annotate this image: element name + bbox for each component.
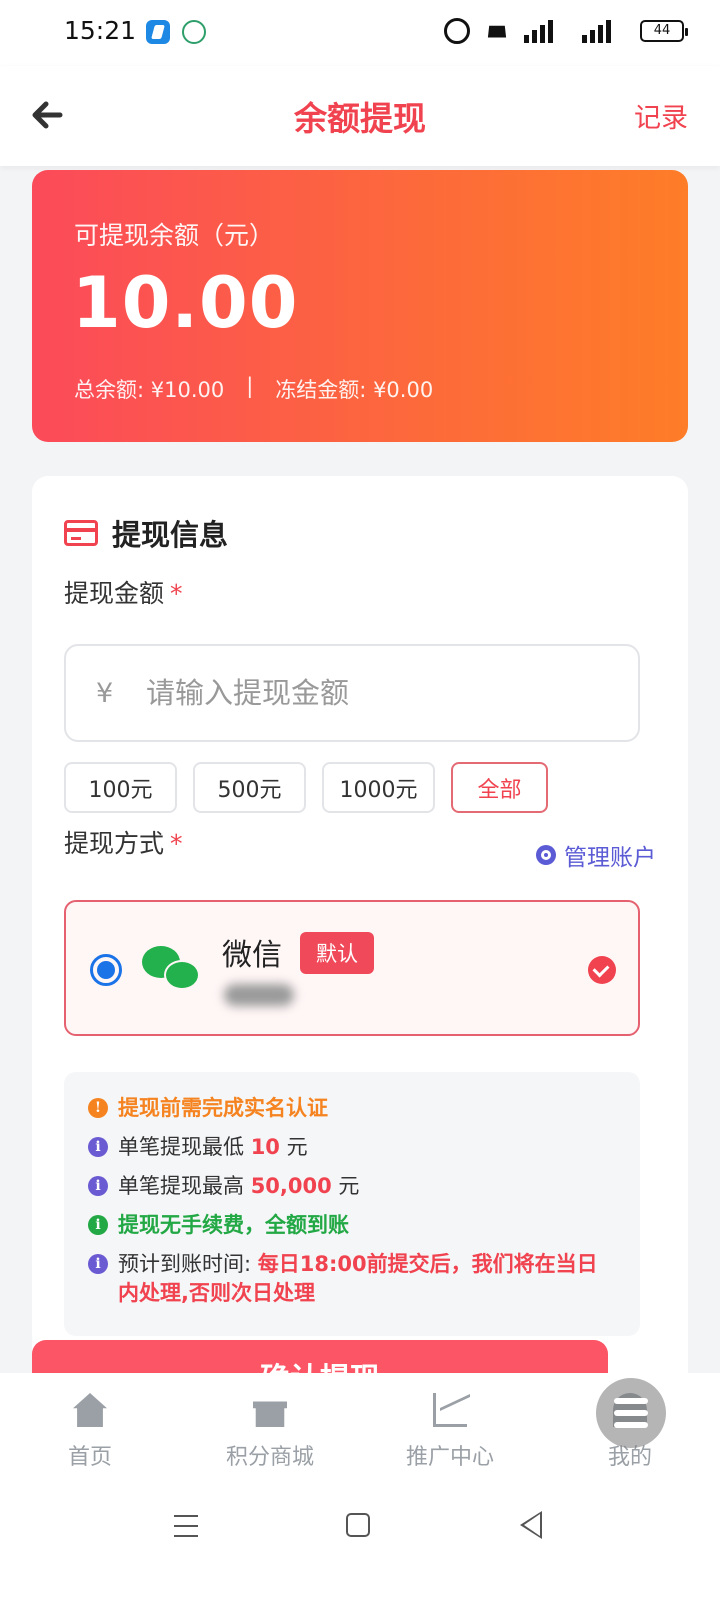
method-label: 提现方式 * — [64, 824, 183, 860]
page-title: 余额提现 — [294, 99, 426, 138]
app-notification-icon — [182, 20, 206, 44]
notice-text: 单笔提现最高 50,000 元 — [118, 1174, 360, 1198]
info-icon: i — [88, 1215, 108, 1235]
notice-text: 单笔提现最低 10 元 — [118, 1135, 308, 1159]
notice-text: 提现无手续费，全额到账 — [118, 1213, 349, 1237]
section-title-text: 提现信息 — [112, 518, 229, 552]
quick-amount-row: 100元 500元 1000元 全部 — [64, 762, 548, 813]
credit-card-icon — [64, 520, 98, 546]
home-icon — [73, 1393, 107, 1427]
quick-amount-all-button[interactable]: 全部 — [451, 762, 548, 813]
signal-5g-icon — [582, 19, 626, 43]
signal-4g-icon — [524, 19, 568, 43]
account-number-blurred — [224, 984, 294, 1006]
nav-item-points-mall[interactable]: 积分商城 — [180, 1373, 360, 1493]
notice-line: i 单笔提现最高 50,000 元 — [88, 1172, 616, 1201]
info-icon: i — [88, 1137, 108, 1157]
manage-account-link[interactable]: 管理账户 — [536, 838, 656, 872]
page-header: 余额提现 记录 — [0, 66, 720, 166]
total-balance: 总余额: ¥10.00 — [74, 378, 225, 402]
section-title: 提现信息 — [64, 512, 228, 554]
separator: | — [246, 374, 254, 398]
status-time: 15:21 — [64, 16, 137, 45]
alarm-icon — [444, 18, 470, 44]
notice-text: 提现前需完成实名认证 — [118, 1096, 328, 1120]
currency-symbol: ¥ — [96, 677, 114, 709]
info-icon: i — [88, 1254, 108, 1274]
notice-line: i 预计到账时间: 每日18:00前提交后，我们将在当日内处理,否则次日处理 — [88, 1250, 616, 1308]
amount-input-box[interactable]: ¥ — [64, 644, 640, 742]
floating-menu-button[interactable] — [596, 1378, 666, 1448]
wechat-icon — [142, 946, 202, 994]
nav-item-home[interactable]: 首页 — [0, 1373, 180, 1493]
amount-label-text: 提现金额 — [64, 579, 165, 608]
system-nav-bar — [0, 1493, 720, 1612]
gear-icon — [536, 845, 556, 865]
battery-icon: 44 — [640, 20, 688, 42]
withdraw-form-card: 提现信息 提现金额* ¥ 100元 500元 1000元 全部 提现方式* 管理… — [32, 476, 688, 1436]
back-triangle-icon[interactable] — [520, 1511, 542, 1539]
mute-icon — [487, 25, 507, 38]
recents-icon[interactable] — [174, 1515, 198, 1537]
method-label-text: 提现方式 — [64, 829, 165, 858]
trend-icon — [433, 1393, 467, 1427]
quick-amount-500-button[interactable]: 500元 — [193, 762, 306, 813]
notice-line: i 提现无手续费，全额到账 — [88, 1211, 616, 1240]
method-radio[interactable] — [90, 954, 122, 986]
gift-icon — [253, 1401, 287, 1427]
frozen-balance: 冻结金额: ¥0.00 — [275, 378, 434, 402]
available-balance-label: 可提现余额（元） — [74, 221, 275, 250]
withdraw-notice: ! 提现前需完成实名认证 i 单笔提现最低 10 元 i 单笔提现最高 50,0… — [64, 1072, 640, 1336]
required-mark: * — [170, 579, 183, 608]
status-bar: 15:21 44 — [0, 0, 720, 66]
wechat-method-option[interactable]: 微信 默认 — [64, 900, 640, 1036]
warning-icon: ! — [88, 1098, 108, 1118]
quick-amount-100-button[interactable]: 100元 — [64, 762, 177, 813]
nav-label: 首页 — [67, 1445, 112, 1470]
info-icon: i — [88, 1176, 108, 1196]
nav-label: 积分商城 — [225, 1445, 314, 1470]
balance-summary: 总余额: ¥10.00 | 冻结金额: ¥0.00 — [74, 374, 433, 404]
notice-line: ! 提现前需完成实名认证 — [88, 1094, 616, 1123]
notice-text: 预计到账时间: 每日18:00前提交后，我们将在当日内处理,否则次日处理 — [118, 1252, 598, 1305]
quick-amount-1000-button[interactable]: 1000元 — [322, 762, 435, 813]
home-square-icon[interactable] — [346, 1513, 370, 1537]
status-icons: 44 — [444, 18, 688, 44]
manage-account-label: 管理账户 — [564, 845, 656, 871]
available-balance-amount: 10.00 — [72, 262, 299, 344]
nav-label: 推广中心 — [405, 1445, 494, 1470]
nav-item-promotion[interactable]: 推广中心 — [360, 1373, 540, 1493]
amount-label: 提现金额 * — [64, 574, 183, 610]
check-circle-icon — [588, 956, 616, 984]
record-link[interactable]: 记录 — [634, 96, 688, 135]
balance-card: 可提现余额（元） 10.00 总余额: ¥10.00 | 冻结金额: ¥0.00 — [32, 170, 688, 442]
notice-line: i 单笔提现最低 10 元 — [88, 1133, 616, 1162]
method-name: 微信 — [222, 938, 282, 973]
amount-input[interactable] — [146, 676, 606, 710]
app-notification-icon — [146, 20, 170, 44]
required-mark: * — [170, 829, 183, 858]
default-badge: 默认 — [300, 932, 374, 974]
